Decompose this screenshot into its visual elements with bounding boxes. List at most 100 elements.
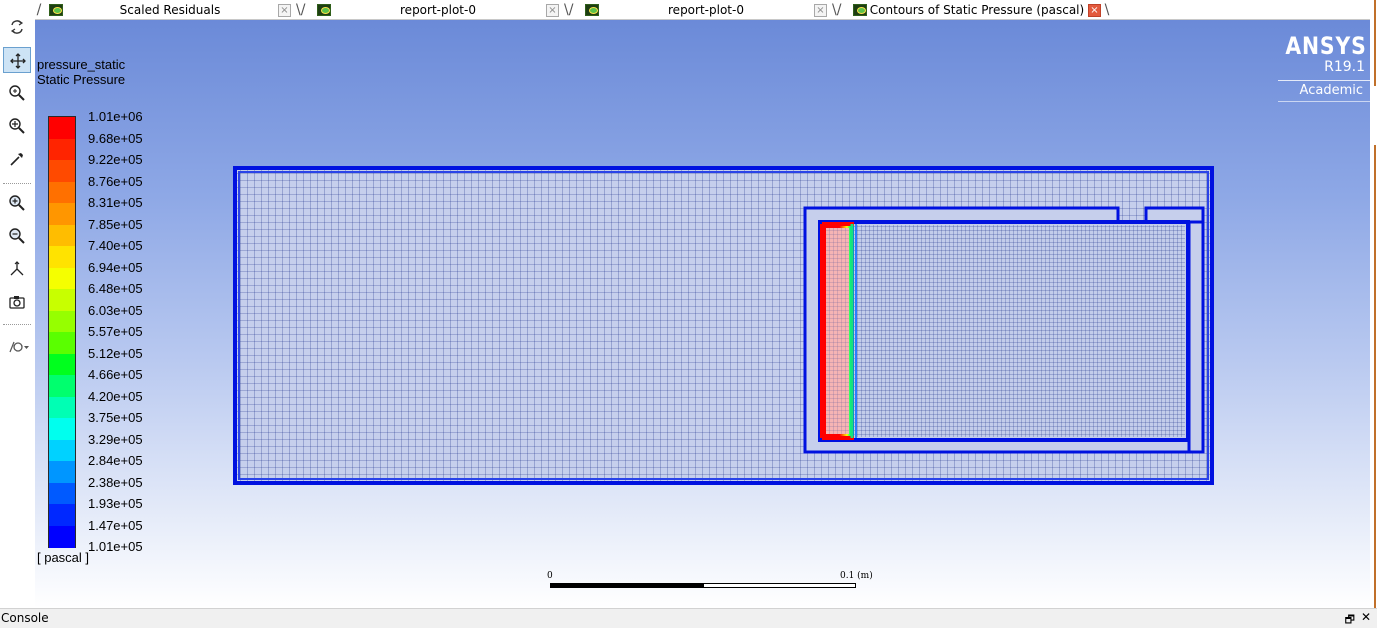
colormap-cell: [49, 525, 75, 548]
colormap-cell: [49, 461, 75, 483]
legend-units: [ pascal ]: [37, 550, 90, 565]
rotate-icon: [10, 20, 24, 34]
tab-label: report-plot-0: [400, 3, 476, 17]
colormap-level-label: 8.76e+05: [88, 173, 143, 189]
pan-button[interactable]: [3, 47, 31, 73]
tab-scaled-residuals[interactable]: Scaled Residuals ×: [43, 1, 295, 20]
colormap-cell: [49, 289, 75, 311]
colormap-level-label: 3.75e+05: [88, 410, 143, 425]
save-picture-button[interactable]: [3, 289, 31, 315]
orient-icon: [10, 261, 24, 276]
chamber-gap-right: [1187, 220, 1205, 454]
colormap-cell: [49, 267, 75, 290]
camera-icon: [9, 296, 25, 309]
toolbar-separator: [3, 324, 31, 325]
tab-report-plot-0-b[interactable]: report-plot-0 ×: [579, 1, 831, 20]
colormap-level-label: 1.47e+05: [88, 517, 143, 533]
rotate-button[interactable]: [3, 14, 31, 40]
close-icon[interactable]: ×: [1088, 4, 1101, 17]
colormap-cell: [49, 310, 75, 333]
contour-plot-domain: [233, 166, 1214, 485]
close-icon[interactable]: ✕: [1361, 610, 1371, 624]
colormap-cell: [49, 418, 75, 440]
ansys-release: R19.1: [1324, 59, 1365, 75]
colormap-level-label: 1.01e+05: [88, 539, 143, 554]
splitter-bar[interactable]: [1374, 0, 1376, 86]
colormap-bar: [48, 116, 76, 548]
tab-separator: \/: [296, 2, 306, 18]
colormap-level-label: 4.66e+05: [88, 367, 143, 382]
graphics-tab-bar: / Scaled Residuals × \/ report-plot-0 × …: [35, 0, 1370, 20]
legend-variable-description: Static Pressure: [37, 72, 126, 87]
colormap-level-label: 6.94e+05: [88, 259, 143, 275]
window-right-edge: [1370, 0, 1377, 608]
logo-divider: [1278, 101, 1370, 102]
colormap-cell: [49, 246, 75, 268]
plot-window-icon: [49, 4, 63, 16]
colormap-level-label: 1.01e+06: [88, 109, 143, 124]
zoom-in-button[interactable]: [3, 190, 31, 216]
close-icon[interactable]: ×: [546, 4, 559, 17]
toolbar-separator: [3, 183, 31, 184]
colormap-cell: [49, 439, 75, 462]
zoom-out-button[interactable]: [3, 223, 31, 249]
colormap-level-label: 4.20e+05: [88, 388, 143, 404]
tab-separator: \/: [832, 2, 842, 18]
console-title: Console: [1, 611, 49, 625]
colormap-level-label: 9.22e+05: [88, 152, 143, 167]
close-icon[interactable]: ×: [814, 4, 827, 17]
probe-button[interactable]: [3, 146, 31, 172]
colormap-level-label: 5.12e+05: [88, 345, 143, 361]
zoom-fit-button[interactable]: [3, 80, 31, 106]
plot-window-icon: [585, 4, 599, 16]
colormap-level-label: 3.29e+05: [88, 431, 143, 447]
colormap-level-label: 9.68e+05: [88, 130, 143, 146]
probe-icon: [10, 153, 23, 166]
console-panel: Console 🗗 ✕: [0, 608, 1377, 628]
colormap-cell: [49, 375, 75, 397]
colormap-level-label: 2.84e+05: [88, 453, 143, 468]
colormap-level-label: 2.38e+05: [88, 474, 143, 490]
graphics-toolbar: [0, 0, 35, 608]
colormap-level-label: 6.03e+05: [88, 302, 143, 318]
fluent-graphics-window: / Scaled Residuals × \/ report-plot-0 × …: [0, 0, 1377, 628]
colormap-cell: [49, 504, 75, 526]
length-scale-bar: 0 0.1 (m): [547, 570, 873, 592]
chamber-mesh: [823, 225, 1185, 437]
colormap-cell: [49, 224, 75, 247]
logo-divider: [1278, 80, 1370, 81]
colormap-cell: [49, 203, 75, 225]
tab-separator: /: [36, 2, 42, 18]
colormap-cell: [49, 482, 75, 505]
colormap-level-label: 5.57e+05: [88, 324, 143, 339]
tab-label: Scaled Residuals: [119, 3, 221, 17]
zoom-out-icon: [9, 228, 25, 244]
close-icon[interactable]: ×: [278, 4, 291, 17]
zoom-in-icon: [9, 195, 25, 211]
pan-icon: [10, 53, 26, 69]
tab-report-plot-0-a[interactable]: report-plot-0 ×: [311, 1, 563, 20]
ansys-edition: Academic: [1299, 83, 1363, 98]
tab-label: Contours of Static Pressure (pascal): [869, 3, 1085, 17]
restore-icon[interactable]: 🗗: [1345, 611, 1355, 628]
scale-line: [550, 583, 856, 588]
pressure-column-mesh: [826, 228, 849, 434]
orient-button[interactable]: [3, 256, 31, 282]
colormap-cell: [49, 181, 75, 204]
scale-max-label: 0.1 (m): [840, 571, 873, 581]
tab-label: report-plot-0: [668, 3, 744, 17]
display-options-button[interactable]: [3, 334, 31, 360]
plot-window-icon: [853, 4, 867, 16]
tab-contours-static-pressure[interactable]: Contours of Static Pressure (pascal) ×: [847, 1, 1105, 20]
legend-variable-name: pressure_static: [37, 57, 126, 72]
colormap-level-label: 7.85e+05: [88, 216, 143, 232]
splitter-bar[interactable]: [1374, 145, 1376, 608]
ansys-logo: ANSYS R19.1 Academic: [1270, 30, 1370, 102]
zoom-in-region-icon: [9, 118, 25, 134]
zoom-in-region-button[interactable]: [3, 113, 31, 139]
graphics-viewport[interactable]: pressure_static Static Pressure 1.01e+06…: [35, 20, 1370, 608]
colormap-level-label: 8.31e+05: [88, 195, 143, 210]
colormap-cell: [49, 117, 75, 139]
ansys-brand: ANSYS: [1285, 32, 1367, 60]
colormap-cell: [49, 332, 75, 354]
